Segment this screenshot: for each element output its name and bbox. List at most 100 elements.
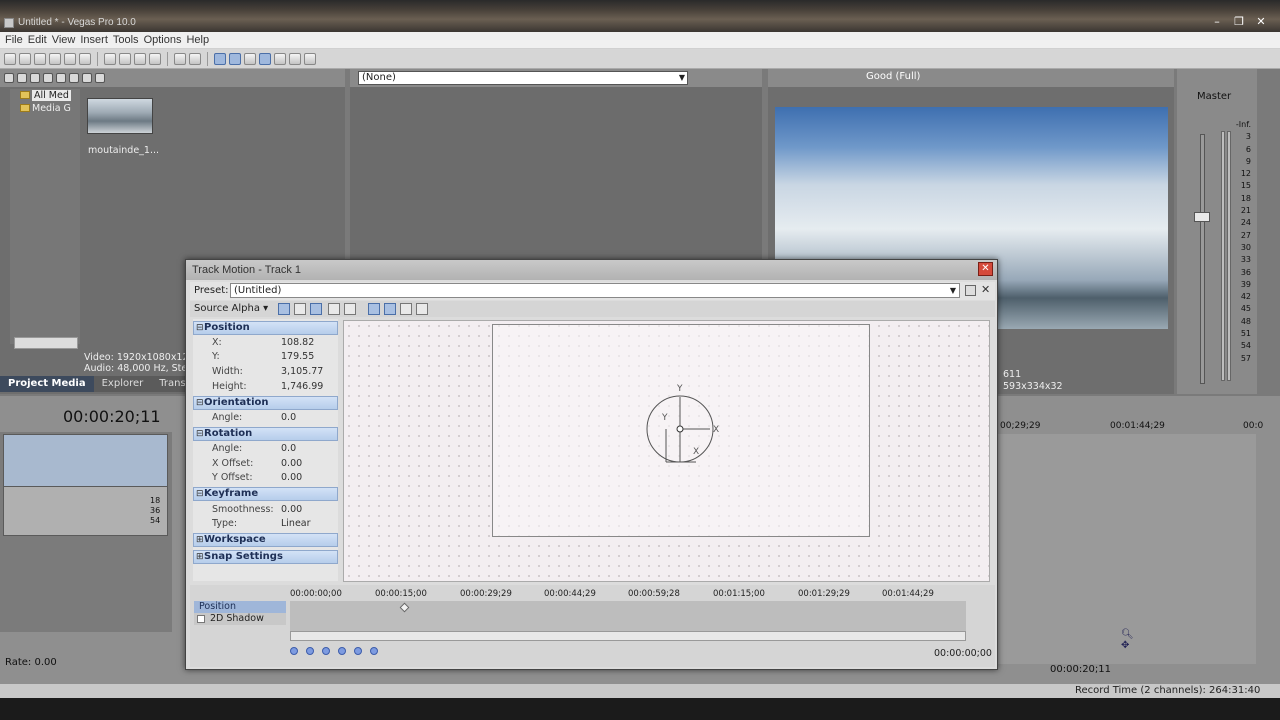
prevent-movement-x-icon[interactable] [328, 303, 340, 315]
menu-tools[interactable]: Tools [113, 34, 144, 46]
dialog-close-button[interactable]: ✕ [978, 262, 993, 276]
shadow-checkbox[interactable] [197, 615, 205, 623]
copy-icon[interactable] [119, 52, 131, 65]
render-icon[interactable] [79, 52, 91, 65]
ignore-grouping-icon[interactable] [289, 52, 301, 65]
save-preset-icon[interactable] [965, 285, 976, 296]
preview-info: 611 593x334x32 [1003, 369, 1063, 393]
prev-keyframe-icon[interactable] [306, 647, 314, 655]
motion-properties-panel: ⊟ Position X: 108.82 Y: 179.55 Width: 3,105.… [193, 319, 338, 581]
keyframe-marker[interactable] [399, 602, 410, 613]
cut-icon[interactable] [104, 52, 116, 65]
prop-orientation-angle[interactable]: Angle: 0.0 [193, 411, 338, 425]
menu-file[interactable]: File [5, 34, 28, 46]
preset-select[interactable]: (Untitled) ▼ [230, 283, 960, 298]
prop-rotation-y-offset[interactable]: Y Offset: 0.00 [193, 471, 338, 485]
prop-smoothness[interactable]: Smoothness: 0.00 [193, 503, 338, 517]
enable-snapping-icon[interactable] [294, 303, 306, 315]
normal-edit-tool-icon[interactable] [214, 52, 226, 65]
keyframe-ruler[interactable]: 00:00:00;00 00:00:15;00 00:00:29;29 00:0… [290, 587, 980, 601]
dialog-title-bar[interactable]: Track Motion - Track 1 ✕ [186, 260, 997, 280]
auto-ripple-icon[interactable] [259, 52, 271, 65]
kf-track-2d-shadow[interactable]: 2D Shadow [194, 613, 286, 625]
remove-media-icon[interactable] [43, 73, 53, 83]
keyframe-navigation [290, 647, 378, 655]
first-keyframe-icon[interactable] [290, 647, 298, 655]
zoom-icon[interactable]: 🔍︎✥ [1121, 629, 1134, 651]
save-icon[interactable] [34, 52, 46, 65]
prop-rotation-angle[interactable]: Angle: 0.0 [193, 442, 338, 456]
audio-track-header[interactable] [3, 486, 168, 536]
what-is-this-icon[interactable] [304, 52, 316, 65]
prevent-movement-y-icon[interactable] [344, 303, 356, 315]
prop-position-x[interactable]: X: 108.82 [193, 336, 338, 350]
get-media-icon[interactable] [30, 73, 40, 83]
menu-options[interactable]: Options [144, 34, 187, 46]
media-thumbnail[interactable] [87, 98, 153, 134]
new-project-icon[interactable] [4, 52, 16, 65]
next-keyframe-icon[interactable] [354, 647, 362, 655]
prevent-sizing-x-icon[interactable] [400, 303, 412, 315]
keyframe-lane[interactable] [290, 601, 966, 631]
lock-envelopes-icon[interactable] [274, 52, 286, 65]
master-fader-knob[interactable] [1194, 212, 1210, 222]
delete-preset-icon[interactable]: ✕ [981, 283, 990, 296]
capture-icon[interactable] [17, 73, 27, 83]
views-icon[interactable] [82, 73, 92, 83]
section-keyframe[interactable]: ⊟ Keyframe [193, 487, 338, 501]
timeline-ruler[interactable]: 00;29;29 00:01:44;29 00:0 [990, 418, 1280, 433]
menu-help[interactable]: Help [186, 34, 214, 46]
menu-edit[interactable]: Edit [28, 34, 52, 46]
maximize-button[interactable]: ❐ [1230, 15, 1248, 29]
menu-view[interactable]: View [52, 34, 81, 46]
collapse-icon: ⊟ [196, 489, 204, 499]
section-position[interactable]: ⊟ Position [193, 321, 338, 335]
transform-gizmo[interactable] [640, 383, 720, 463]
prop-width[interactable]: Width: 3,105.77 [193, 365, 338, 379]
import-media-icon[interactable] [4, 73, 14, 83]
tab-explorer[interactable]: Explorer [94, 376, 152, 392]
enable-rotation-icon[interactable] [278, 303, 290, 315]
media-fx-icon[interactable] [56, 73, 66, 83]
motion-canvas[interactable]: Y X Y X 🔍︎✥ [343, 320, 1134, 651]
menu-insert[interactable]: Insert [80, 34, 113, 46]
undo-icon[interactable] [174, 52, 186, 65]
lock-aspect-ratio-icon[interactable] [368, 303, 380, 315]
redo-icon[interactable] [189, 52, 201, 65]
add-keyframe-icon[interactable] [322, 647, 330, 655]
prop-rotation-x-offset[interactable]: X Offset: 0.00 [193, 457, 338, 471]
search-icon[interactable] [95, 73, 105, 83]
source-alpha-select[interactable]: Source Alpha ▾ [194, 303, 268, 314]
tab-project-media[interactable]: Project Media [0, 376, 94, 392]
kf-track-position[interactable]: Position [194, 601, 286, 613]
preview-quality-select[interactable]: Good (Full) [866, 71, 920, 82]
paste-icon[interactable] [134, 52, 146, 65]
keyframe-scrollbar[interactable] [290, 631, 966, 641]
minimize-button[interactable]: – [1208, 15, 1226, 29]
trimmer-media-select[interactable]: (None) ▼ [358, 71, 688, 85]
close-button[interactable]: ✕ [1252, 15, 1270, 29]
section-workspace[interactable]: ⊞ Workspace [193, 533, 338, 547]
delete-keyframe-icon[interactable] [338, 647, 346, 655]
open-icon[interactable] [19, 52, 31, 65]
scale-about-center-icon[interactable] [384, 303, 396, 315]
last-keyframe-icon[interactable] [370, 647, 378, 655]
media-tree-scrollbar[interactable] [14, 337, 78, 349]
video-track-header[interactable] [3, 434, 168, 488]
selection-tool-icon[interactable] [244, 52, 256, 65]
edit-in-object-space-icon[interactable] [310, 303, 322, 315]
tree-item-media-generators[interactable]: Media G [10, 102, 80, 115]
auto-preview-icon[interactable] [69, 73, 79, 83]
section-orientation[interactable]: ⊟ Orientation [193, 396, 338, 410]
prevent-sizing-y-icon[interactable] [416, 303, 428, 315]
prop-position-y[interactable]: Y: 179.55 [193, 350, 338, 364]
prop-height[interactable]: Height: 1,746.99 [193, 380, 338, 394]
delete-icon[interactable] [149, 52, 161, 65]
envelope-tool-icon[interactable] [229, 52, 241, 65]
section-snap-settings[interactable]: ⊞ Snap Settings [193, 550, 338, 564]
tree-item-all-media[interactable]: All Med [10, 89, 80, 102]
save-as-icon[interactable] [49, 52, 61, 65]
prop-keyframe-type[interactable]: Type: Linear [193, 517, 338, 531]
section-rotation[interactable]: ⊟ Rotation [193, 427, 338, 441]
properties-icon[interactable] [64, 52, 76, 65]
